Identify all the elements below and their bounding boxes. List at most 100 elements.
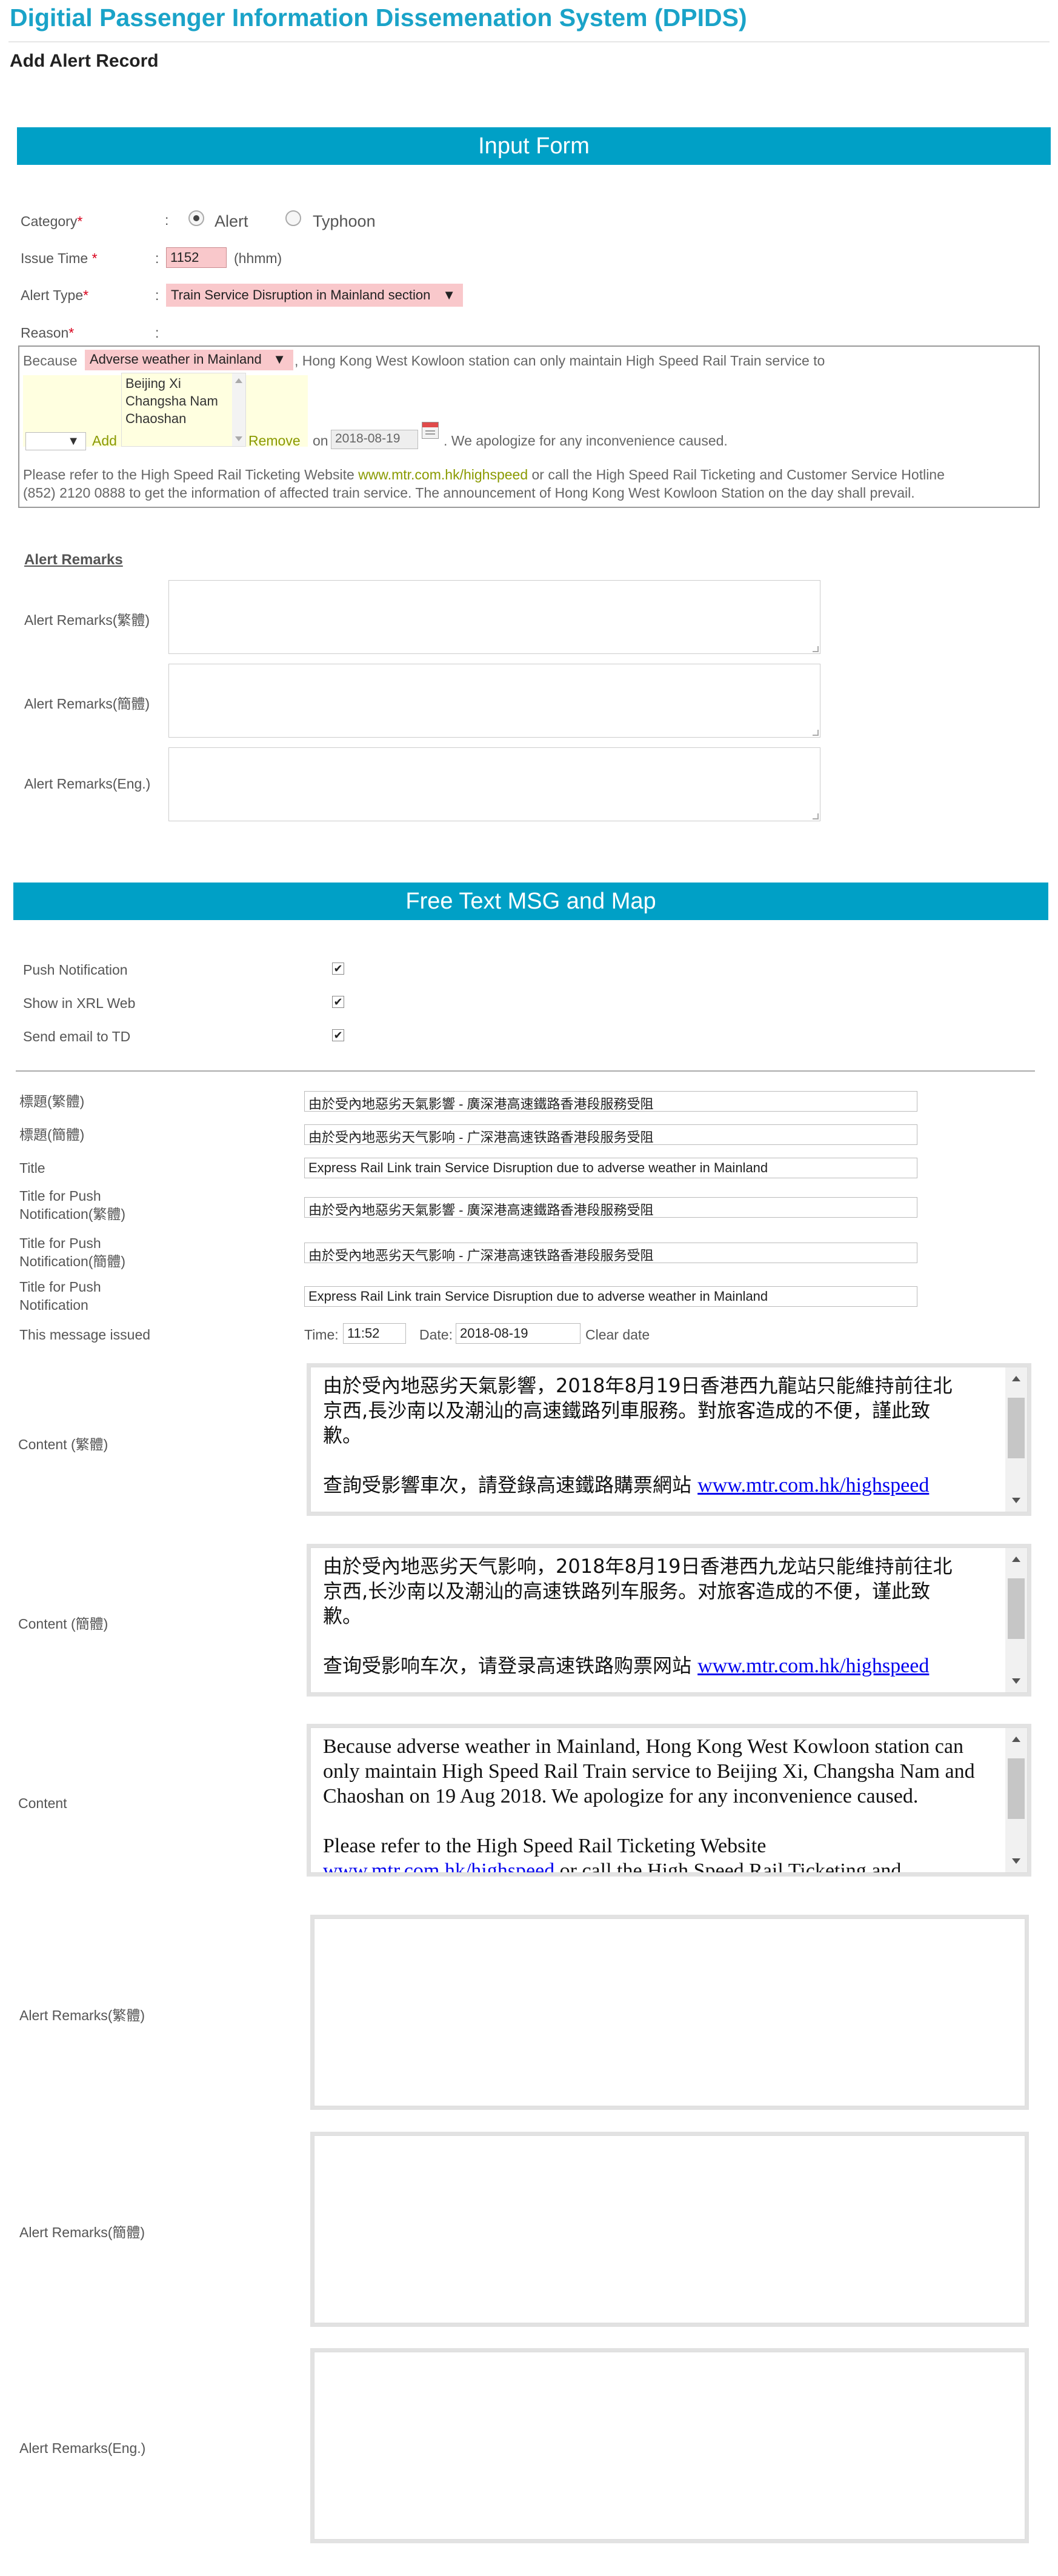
send-email-td-checkbox[interactable]: ✔ [332,1029,344,1041]
issue-time-label: Issue Time * [21,250,98,266]
chevron-down-icon: ▼ [273,352,286,367]
push-title-tc-input[interactable]: 由於受內地惡劣天氣影響 - 廣深港高速鐵路香港段服務受阻 [304,1197,917,1218]
title-en-input[interactable]: Express Rail Link train Service Disrupti… [304,1158,917,1178]
category-alert-label[interactable]: Alert [215,212,248,231]
bottom-remarks-sc-label: Alert Remarks(簡體) [19,2224,145,2240]
push-title-en-input[interactable]: Express Rail Link train Service Disrupti… [304,1286,917,1307]
issued-date-label: Date: [419,1327,453,1343]
alert-type-select[interactable]: Train Service Disruption in Mainland sec… [166,284,463,307]
reason-sentence-part1: , Hong Kong West Kowloon station can onl… [294,353,825,369]
title-divider [8,41,1050,42]
content-tc-link[interactable]: www.mtr.com.hk/highspeed [697,1474,929,1497]
category-alert-radio[interactable] [188,210,204,226]
content-sc-text: 由於受內地恶劣天气影响，2018年8月19日香港西九龙站只能维持前往北 京西,长… [323,1555,953,1677]
content-en-text: Because adverse weather in Mainland, Hon… [323,1734,1000,1872]
station-option[interactable]: Changsha Nam [125,393,218,409]
scroll-down-icon[interactable] [235,436,242,441]
content-en-scrollbar[interactable] [1005,1728,1027,1872]
scroll-down-icon[interactable] [1012,1498,1020,1503]
page-title: Add Alert Record [10,51,159,71]
remove-station-link[interactable]: Remove [248,433,301,449]
content-sc-scrollbar[interactable] [1005,1548,1027,1692]
alert-type-value: Train Service Disruption in Mainland sec… [171,287,431,302]
scroll-down-icon[interactable] [1012,1858,1020,1864]
chevron-down-icon: ▼ [442,287,456,302]
message-issued-label: This message issued [19,1327,151,1343]
content-sc-label: Content (簡體) [18,1616,108,1632]
reason-cause-select[interactable]: Adverse weather in Mainland ▼ [85,350,293,370]
issued-time-input[interactable]: 11:52 [343,1323,406,1344]
show-xrl-web-label: Show in XRL Web [23,995,136,1011]
content-tc-text: 由於受內地惡劣天氣影響，2018年8月19日香港西九龍站只能維持前往北 京西,長… [323,1374,953,1497]
content-tc-scrollbar[interactable] [1005,1367,1027,1512]
content-en-editor[interactable]: Because adverse weather in Mainland, Hon… [310,1727,1028,1873]
bottom-remarks-en-label: Alert Remarks(Eng.) [19,2440,146,2456]
station-option[interactable]: Chaoshan [125,411,186,427]
colon: : [165,212,169,228]
issue-time-hint: (hhmm) [234,250,282,266]
issue-time-input[interactable]: 1152 [166,247,227,268]
push-notification-checkbox[interactable]: ✔ [332,963,344,975]
category-label: Category* [21,213,83,229]
scroll-thumb[interactable] [1008,1398,1025,1458]
bottom-remarks-sc-textarea[interactable] [314,2135,1025,2323]
reason-sentence-part2: . We apologize for any inconvenience cau… [444,433,728,449]
show-xrl-web-checkbox[interactable]: ✔ [332,996,344,1008]
reason-refer-line1: Please refer to the High Speed Rail Tick… [23,467,945,482]
reason-date-input[interactable]: 2018-08-19 [331,430,418,449]
calendar-icon[interactable] [422,422,439,439]
category-typhoon-radio[interactable] [285,210,301,226]
divider [16,1070,1035,1072]
push-title-sc-input[interactable]: 由於受內地恶劣天气影响 - 广深港高速铁路香港段服务受阻 [304,1243,917,1263]
push-title-sc-label: Title for Push Notification(簡體) [19,1235,126,1269]
reason-refer-line2: (852) 2120 0888 to get the information o… [23,485,915,501]
alert-remarks-tc-textarea[interactable] [168,580,820,654]
alert-remarks-en-label: Alert Remarks(Eng.) [24,776,151,792]
station-option[interactable]: Beijing Xi [125,376,181,392]
input-form-title: Input Form [478,133,590,159]
colon: : [155,250,159,266]
scroll-up-icon[interactable] [1012,1376,1020,1381]
content-en-link[interactable]: www.mtr.com.hk/highspeed [323,1860,554,1872]
clear-date-link[interactable]: Clear date [585,1326,650,1344]
reason-cause-value: Adverse weather in Mainland [90,352,262,367]
on-text: on [313,433,328,449]
station-listbox[interactable]: Beijing Xi Changsha Nam Chaoshan [121,373,246,447]
alert-remarks-sc-textarea[interactable] [168,664,820,738]
title-tc-input[interactable]: 由於受內地惡劣天氣影響 - 廣深港高速鐵路香港段服務受阻 [304,1091,917,1112]
scroll-up-icon[interactable] [1012,1557,1020,1562]
push-title-en-label: Title for Push Notification [19,1279,101,1313]
free-text-title: Free Text MSG and Map [405,889,656,914]
alert-remarks-sc-label: Alert Remarks(簡體) [24,696,150,712]
content-tc-label: Content (繁體) [18,1436,108,1452]
scroll-up-icon[interactable] [1012,1737,1020,1742]
category-typhoon-label[interactable]: Typhoon [313,212,376,231]
content-sc-editor[interactable]: 由於受內地恶劣天气影响，2018年8月19日香港西九龙站只能维持前往北 京西,长… [310,1547,1028,1693]
scroll-down-icon[interactable] [1012,1678,1020,1684]
alert-remarks-heading: Alert Remarks [24,552,123,568]
title-en-label: Title [19,1160,45,1176]
because-text: Because [23,353,78,369]
listbox-scrollbar[interactable] [232,373,245,446]
scroll-thumb[interactable] [1008,1578,1025,1639]
station-select[interactable]: ▼ [25,432,86,450]
scroll-up-icon[interactable] [235,378,242,383]
alert-remarks-en-textarea[interactable] [168,747,820,821]
push-title-tc-label: Title for Push Notification(繁體) [19,1188,126,1222]
issued-date-input[interactable]: 2018-08-19 [456,1323,581,1344]
content-tc-editor[interactable]: 由於受內地惡劣天氣影響，2018年8月19日香港西九龍站只能維持前往北 京西,長… [310,1367,1028,1512]
input-form-header: Input Form [17,127,1051,165]
title-sc-input[interactable]: 由於受內地恶劣天气影响 - 广深港高速铁路香港段服务受阻 [304,1124,917,1145]
add-station-link[interactable]: Add [92,433,117,449]
colon: : [155,325,159,341]
chevron-down-icon: ▼ [67,435,79,448]
bottom-remarks-en-textarea[interactable] [314,2352,1025,2540]
content-sc-link[interactable]: www.mtr.com.hk/highspeed [697,1655,929,1677]
free-text-header: Free Text MSG and Map [13,883,1048,920]
ticketing-link[interactable]: www.mtr.com.hk/highspeed [358,467,528,482]
push-notification-label: Push Notification [23,962,128,978]
reason-label: Reason* [21,325,75,341]
bottom-remarks-tc-textarea[interactable] [314,1918,1025,2106]
alert-type-label: Alert Type* [21,287,89,303]
scroll-thumb[interactable] [1008,1758,1025,1819]
